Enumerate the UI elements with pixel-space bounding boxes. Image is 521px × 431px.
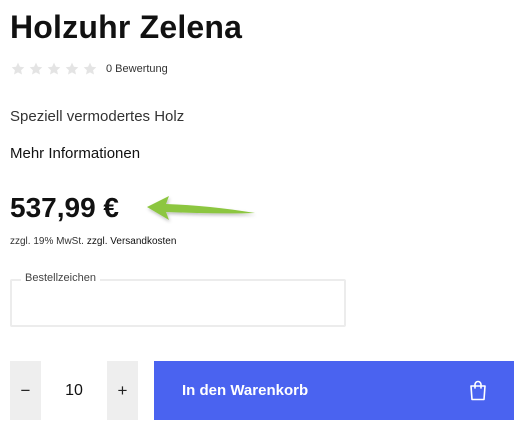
rating-stars	[10, 61, 98, 77]
rating-count[interactable]: 0 Bewertung	[106, 63, 168, 75]
star-empty-icon	[10, 61, 26, 77]
quantity-value[interactable]: 10	[41, 361, 107, 420]
decrease-quantity-button[interactable]: −	[10, 361, 41, 420]
product-detail: Holzuhr Zelena 0 Bewertung Speziell verm…	[0, 0, 521, 431]
order-reference-field[interactable]: Bestellzeichen	[10, 272, 346, 327]
star-empty-icon	[64, 61, 80, 77]
order-reference-label: Bestellzeichen	[21, 272, 100, 284]
add-to-cart-button[interactable]: In den Warenkorb	[154, 361, 514, 420]
increase-quantity-button[interactable]: +	[107, 361, 138, 420]
shopping-bag-icon	[468, 379, 488, 401]
rating: 0 Bewertung	[10, 60, 168, 78]
order-reference-input[interactable]	[20, 293, 340, 319]
arrow-annotation-icon	[147, 196, 255, 220]
product-title: Holzuhr Zelena	[10, 9, 243, 45]
star-empty-icon	[28, 61, 44, 77]
add-to-cart-label: In den Warenkorb	[182, 382, 309, 399]
tax-note: zzgl. 19% MwSt. zzgl. Versandkosten	[10, 236, 176, 247]
star-empty-icon	[82, 61, 98, 77]
more-info-link[interactable]: Mehr Informationen	[10, 145, 140, 162]
shipping-cost-link[interactable]: zzgl. Versandkosten	[87, 236, 177, 247]
product-subtitle: Speziell vermodertes Holz	[10, 108, 185, 125]
tax-text: zzgl. 19% MwSt.	[10, 236, 84, 247]
star-empty-icon	[46, 61, 62, 77]
quantity-stepper[interactable]: − 10 +	[10, 361, 138, 420]
product-price: 537,99 €	[10, 192, 119, 223]
